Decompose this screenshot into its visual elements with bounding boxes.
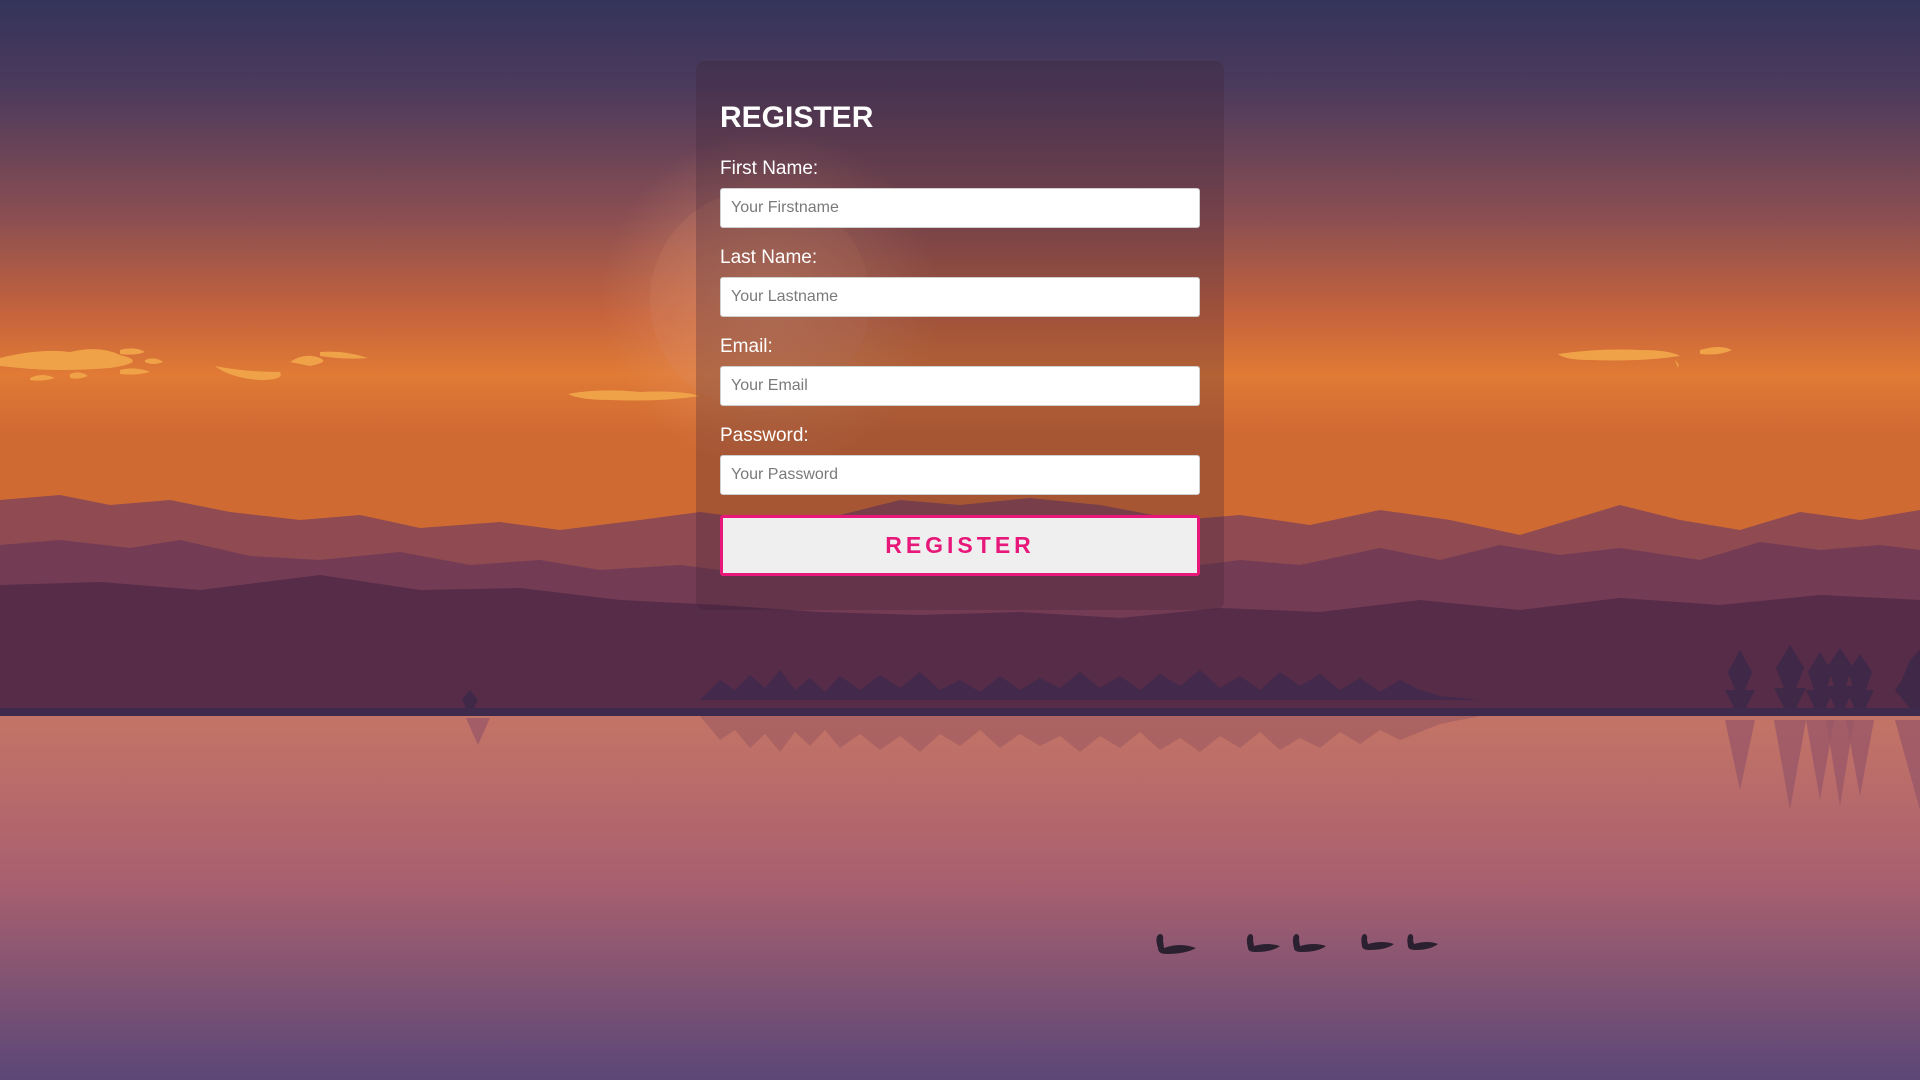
first-name-input[interactable] <box>720 188 1200 228</box>
lake <box>0 716 1920 1080</box>
form-title: REGISTER <box>720 101 874 134</box>
email-input[interactable] <box>720 366 1200 406</box>
register-button[interactable]: REGISTER <box>720 515 1200 576</box>
register-form-card: REGISTER First Name: Last Name: Email: P… <box>696 61 1224 610</box>
last-name-label: Last Name: <box>720 247 818 268</box>
password-input[interactable] <box>720 455 1200 495</box>
email-group: Email: <box>720 337 1200 406</box>
password-label: Password: <box>720 425 809 446</box>
first-name-label: First Name: <box>720 158 819 179</box>
last-name-input[interactable] <box>720 277 1200 317</box>
last-name-group: Last Name: <box>720 248 1200 317</box>
password-group: Password: <box>720 426 1200 495</box>
email-label: Email: <box>720 336 773 357</box>
first-name-group: First Name: <box>720 159 1200 228</box>
